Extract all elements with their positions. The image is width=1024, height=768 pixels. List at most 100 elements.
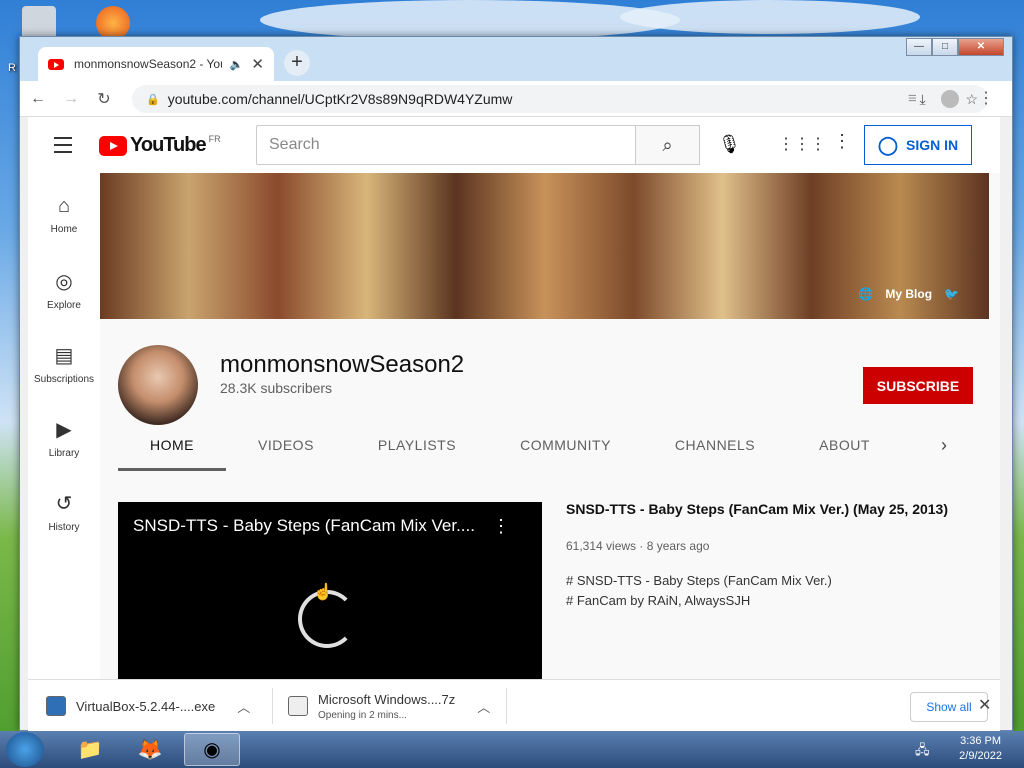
search-icon: ⌕ [662, 135, 673, 155]
reload-icon[interactable]: ↻ [89, 89, 119, 109]
new-tab-button[interactable]: + [284, 50, 310, 76]
channel-banner: 🌐 My Blog 🐦 [100, 173, 989, 319]
subscribe-button[interactable]: SUBSCRIBE [863, 367, 973, 404]
back-arrow-icon[interactable]: ← [23, 90, 53, 108]
clock-time: 3:36 PM [960, 735, 1002, 747]
explorer-taskbar-icon[interactable]: 📁 [62, 733, 118, 766]
tab-videos[interactable]: VIDEOS [258, 423, 314, 471]
history-icon: ↺ [55, 493, 73, 515]
recycle-bin-icon[interactable] [22, 6, 56, 40]
player-title[interactable]: SNSD-TTS - Baby Steps (FanCam Mix Ver...… [133, 516, 475, 536]
start-button[interactable] [6, 732, 44, 767]
url-text[interactable]: youtube.com/channel/UCptKr2V8s89N9qRDW4Y… [168, 91, 513, 107]
settings-more-icon[interactable]: ⋮ [833, 131, 851, 152]
microphone-icon[interactable]: 🎙 [718, 134, 741, 155]
hand-cursor-icon: ☝ [313, 584, 333, 601]
home-icon: ⌂ [57, 195, 71, 217]
address-bar[interactable]: 🔒 youtube.com/channel/UCptKr2V8s89N9qRDW… [132, 85, 988, 113]
youtube-page: YouTube FR Search ⌕ 🎙 ⋮⋮⋮ ⋮ ◯ SIGN IN ⌂ … [28, 117, 1000, 679]
archive-file-icon [288, 696, 308, 716]
install-app-icon[interactable]: ⤓ [920, 91, 926, 108]
menu-hamburger-icon[interactable] [54, 137, 72, 158]
youtube-favicon-icon [48, 58, 64, 70]
forward-arrow-icon[interactable]: → [56, 90, 86, 108]
tab-playlists[interactable]: PLAYLISTS [378, 423, 456, 471]
banner-links: 🌐 My Blog 🐦 [858, 287, 959, 301]
video-title[interactable]: SNSD-TTS - Baby Steps (FanCam Mix Ver.) … [566, 501, 986, 517]
globe-icon: 🌐 [858, 287, 874, 301]
tab-home[interactable]: HOME [118, 423, 226, 471]
clock-date: 2/9/2022 [959, 750, 1002, 762]
twitter-icon[interactable]: 🐦 [944, 287, 959, 301]
browser-tab[interactable]: monmonsnowSeason2 - You 🔈 ✕ [38, 47, 274, 81]
player-more-icon[interactable]: ⋮ [492, 516, 510, 537]
blog-link[interactable]: My Blog [885, 287, 932, 301]
lock-icon[interactable]: 🔒 [146, 93, 160, 106]
tabs-scroll-right-icon[interactable]: › [941, 435, 947, 456]
search-button[interactable]: ⌕ [636, 125, 700, 165]
tab-close-icon[interactable]: ✕ [251, 55, 264, 73]
download-item-windows[interactable]: Microsoft Windows....7z Opening in 2 min… [288, 686, 490, 726]
speaker-icon[interactable]: 🔈 [230, 58, 244, 71]
chrome-window: monmonsnowSeason2 - You 🔈 ✕ + — □ ✕ ← → … [19, 36, 1013, 731]
youtube-logo[interactable]: YouTube FR [99, 134, 221, 157]
maximize-button[interactable]: □ [932, 38, 958, 56]
network-tray-icon[interactable]: 🖧 [915, 741, 930, 763]
download-divider [506, 688, 507, 724]
windows-taskbar: 📁 🦊 ◉ 🖧 3:36 PM 2/9/2022 [0, 731, 1024, 768]
search-input[interactable]: Search [256, 125, 636, 165]
sidebar-item-subscriptions[interactable]: ▤ Subscriptions [28, 343, 100, 385]
bookmark-star-icon[interactable]: ☆ [965, 91, 978, 108]
sidebar-label: Explore [47, 300, 81, 311]
download-filename: VirtualBox-5.2.44-....exe [76, 698, 216, 714]
user-circle-icon: ◯ [877, 134, 899, 155]
sign-in-button[interactable]: ◯ SIGN IN [864, 125, 972, 165]
chevron-up-icon[interactable]: ︿ [477, 697, 490, 716]
sidebar-item-history[interactable]: ↺ History [28, 491, 100, 533]
chrome-menu-icon[interactable]: ⋮ [978, 88, 994, 108]
virtualbox-file-icon [46, 696, 66, 716]
youtube-sidebar: ⌂ Home ◎ Explore ▤ Subscriptions ▶ Libra… [28, 173, 100, 679]
channel-name: monmonsnowSeason2 [220, 351, 465, 378]
tab-channels[interactable]: CHANNELS [675, 423, 755, 471]
channel-tabs: HOME VIDEOS PLAYLISTS COMMUNITY CHANNELS… [118, 423, 934, 475]
system-clock[interactable]: 3:36 PM 2/9/2022 [959, 734, 1002, 764]
close-window-button[interactable]: ✕ [958, 38, 1004, 56]
wallpaper-cloud [620, 0, 920, 34]
sidebar-item-library[interactable]: ▶ Library [28, 417, 100, 459]
youtube-wordmark: YouTube [130, 134, 207, 156]
download-filename: Microsoft Windows....7z [318, 691, 456, 707]
search-placeholder: Search [269, 136, 320, 153]
youtube-header: YouTube FR Search ⌕ 🎙 ⋮⋮⋮ ⋮ ◯ SIGN IN [28, 117, 1000, 173]
sidebar-item-explore[interactable]: ◎ Explore [28, 269, 100, 311]
minimize-button[interactable]: — [906, 38, 932, 56]
tab-title: monmonsnowSeason2 - You [74, 57, 222, 71]
tab-community[interactable]: COMMUNITY [520, 423, 611, 471]
download-text: Microsoft Windows....7z Opening in 2 min… [318, 692, 455, 721]
tab-strip: monmonsnowSeason2 - You 🔈 ✕ + — □ ✕ [20, 37, 1012, 81]
chevron-up-icon[interactable]: ︿ [237, 697, 250, 716]
window-controls: — □ ✕ [906, 38, 1004, 56]
download-status: Opening in 2 mins... [318, 709, 407, 721]
download-item-virtualbox[interactable]: VirtualBox-5.2.44-....exe ︿ [46, 686, 250, 726]
profile-avatar-icon[interactable] [941, 90, 959, 108]
recycle-bin-label: R [8, 62, 16, 74]
chrome-taskbar-icon[interactable]: ◉ [184, 733, 240, 766]
channel-avatar[interactable] [118, 345, 198, 425]
subscriber-count: 28.3K subscribers [220, 380, 333, 396]
sign-in-label: SIGN IN [906, 137, 959, 153]
browser-toolbar: ← → ↻ 🔒 youtube.com/channel/UCptKr2V8s89… [20, 81, 1012, 117]
show-all-button[interactable]: Show all [910, 692, 988, 722]
firefox-taskbar-icon[interactable]: 🦊 [122, 733, 178, 766]
sidebar-label: History [48, 522, 80, 533]
channel-header: monmonsnowSeason2 28.3K subscribers SUBS… [100, 319, 989, 475]
apps-grid-icon[interactable]: ⋮⋮⋮ [778, 134, 826, 154]
region-code: FR [208, 134, 221, 144]
firefox-desktop-icon[interactable] [96, 6, 130, 40]
media-control-icon[interactable]: ≡ [908, 90, 917, 107]
sidebar-item-home[interactable]: ⌂ Home [28, 195, 100, 235]
downloads-bar: VirtualBox-5.2.44-....exe ︿ Microsoft Wi… [28, 679, 1000, 731]
video-description: # SNSD-TTS - Baby Steps (FanCam Mix Ver.… [566, 571, 986, 611]
close-downloads-icon[interactable]: ✕ [978, 695, 991, 715]
tab-about[interactable]: ABOUT [819, 423, 870, 471]
